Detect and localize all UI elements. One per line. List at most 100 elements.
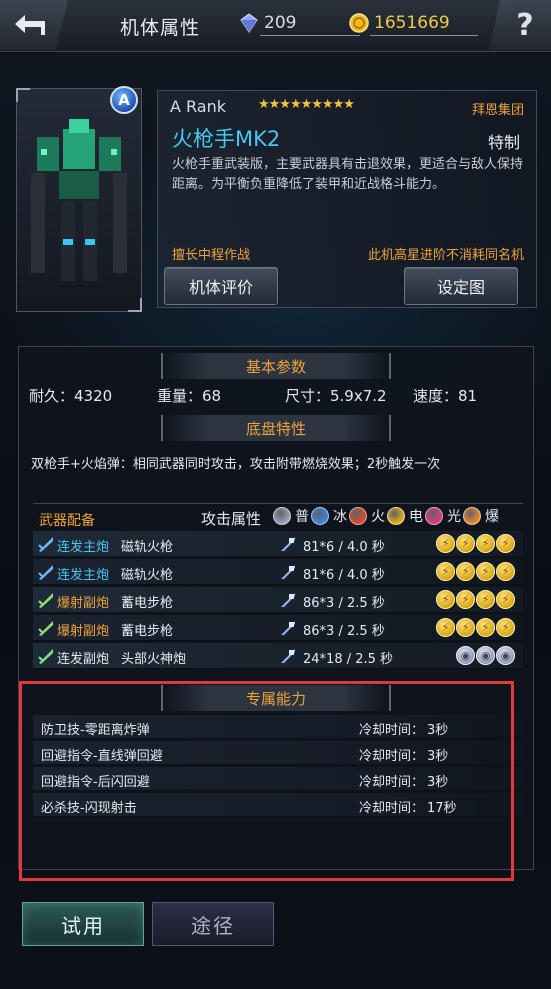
gold-counter: 1651669 [348,10,478,36]
element-slots: ⚡ ⚡ ⚡ ⚡ [436,562,515,581]
top-bar: 机体属性 209 1651669 ? [0,0,551,52]
weapon-damage: 81*6 / 4.0 秒 [303,568,385,583]
element-label: 火 [371,509,385,525]
mech-type: 特制 [487,133,520,152]
weapon-type-icon [38,593,53,608]
cooldown-label: 冷却时间： [359,775,425,790]
weapon-type-icon [38,649,53,664]
ability-row[interactable]: 回避指令-直线弹回避 冷却时间： 3秒 [33,741,523,765]
element-label: 冰 [333,509,347,525]
ability-name: 防卫技-零距离炸弹 [41,723,150,738]
weapon-row[interactable]: 连发主炮 磁轨火枪 81*6 / 4.0 秒 ⚡ ⚡ ⚡ ⚡ [33,559,523,585]
element-label: 电 [409,509,423,525]
damage-icon [281,565,295,579]
element-label: 普 [295,509,309,525]
mech-portrait[interactable] [16,88,142,312]
back-button[interactable] [0,0,68,50]
design-button[interactable]: 设定图 [404,267,518,305]
mech-note: 此机高星进阶不消耗同名机 [367,248,524,263]
electric-slot-icon: ⚡ [436,618,455,637]
electric-slot-icon: ⚡ [436,590,455,609]
element-icon [387,507,405,525]
weapon-name: 磁轨火枪 [121,540,174,555]
element-icon [311,507,329,525]
evaluate-button[interactable]: 机体评价 [164,267,278,305]
element-icon [425,507,443,525]
element-slots: ⚡ ⚡ ⚡ ⚡ [436,618,515,637]
weapon-row[interactable]: 爆射副炮 蓄电步枪 86*3 / 2.5 秒 ⚡ ⚡ ⚡ ⚡ [33,615,523,641]
cooldown-value: 17秒 [427,801,457,816]
normal-slot-icon: ◉ [496,646,515,665]
help-button[interactable]: ? [489,0,551,50]
ability-name: 必杀技-闪现射击 [41,801,137,816]
page-title: 机体属性 [120,17,201,39]
cooldown-label: 冷却时间： [359,749,425,764]
electric-slot-icon: ⚡ [476,562,495,581]
element-label: 爆 [485,509,499,525]
stat-weight: 重量：68 [157,387,222,405]
chassis-header: 底盘特性 [161,415,391,441]
element-legend: 普冰火电光爆 [273,506,499,526]
mech-image [31,119,127,281]
source-button[interactable]: 途径 [152,902,274,946]
attributes-panel: 基本参数 耐久：4320 重量：68 尺寸：5.9x7.2 速度：81 底盘特性… [18,346,534,870]
element-slots: ⚡ ⚡ ⚡ ⚡ [436,534,515,553]
mech-description: 火枪手重武装版，主要武器具有击退效果，更适合与敌人保持距离。为平衡负重降低了装甲… [172,157,524,192]
abilities-header: 专属能力 [161,685,391,711]
weapon-type-icon [38,565,53,580]
ability-row[interactable]: 回避指令-后闪回避 冷却时间： 3秒 [33,767,523,791]
faction-label: 拜恩集团 [471,103,524,118]
weapon-type-icon [38,537,53,552]
electric-slot-icon: ⚡ [436,534,455,553]
try-button[interactable]: 试用 [22,902,144,946]
cooldown-value: 3秒 [427,723,449,738]
frame-corner [16,88,30,102]
electric-slot-icon: ⚡ [456,534,475,553]
weapon-category: 爆射副炮 [57,624,110,639]
weapons-header: 武器配备 攻击属性 普 冰 火 电 光 爆 [33,503,523,529]
electric-slot-icon: ⚡ [476,590,495,609]
help-icon: ? [516,7,534,43]
ability-row[interactable]: 必杀技-闪现射击 冷却时间： 17秒 [33,793,523,817]
weapon-name: 蓄电步枪 [121,624,174,639]
normal-slot-icon: ◉ [456,646,475,665]
weapon-category: 连发主炮 [57,568,110,583]
element-label: 光 [447,509,461,525]
weapon-category: 连发主炮 [57,540,110,555]
weapon-row[interactable]: 爆射副炮 蓄电步枪 86*3 / 2.5 秒 ⚡ ⚡ ⚡ ⚡ [33,587,523,613]
electric-slot-icon: ⚡ [496,590,515,609]
weapon-damage: 86*3 / 2.5 秒 [303,596,385,611]
electric-slot-icon: ⚡ [456,562,475,581]
weapon-category: 爆射副炮 [57,596,110,611]
element-icon [349,507,367,525]
cooldown-value: 3秒 [427,775,449,790]
weapon-category: 连发副炮 [57,652,110,667]
weapon-row[interactable]: 连发副炮 头部火神炮 24*18 / 2.5 秒 ◉ ◉ ◉ [33,643,523,669]
element-slots: ◉ ◉ ◉ [456,646,515,665]
electric-slot-icon: ⚡ [496,618,515,637]
rank-badge-icon: A [110,86,138,114]
star-rating: ★★★★★★★★★ [258,97,355,112]
electric-slot-icon: ⚡ [456,618,475,637]
weapon-name: 磁轨火枪 [121,568,174,583]
electric-slot-icon: ⚡ [436,562,455,581]
frame-corner [128,298,142,312]
element-icon [463,507,481,525]
electric-slot-icon: ⚡ [476,618,495,637]
weapon-name: 头部火神炮 [121,652,187,667]
cooldown-value: 3秒 [427,749,449,764]
weapon-damage: 24*18 / 2.5 秒 [303,652,394,667]
weapon-row[interactable]: 连发主炮 磁轨火枪 81*6 / 4.0 秒 ⚡ ⚡ ⚡ ⚡ [33,531,523,557]
damage-icon [281,537,295,551]
normal-slot-icon: ◉ [476,646,495,665]
mech-info-panel: A Rank ★★★★★★★★★ 拜恩集团 火枪手MK2 特制 火枪手重武装版，… [157,90,537,308]
gold-coin-icon [349,13,369,33]
electric-slot-icon: ⚡ [496,534,515,553]
back-arrow-icon [15,15,45,35]
cooldown-label: 冷却时间： [359,723,425,738]
ability-row[interactable]: 防卫技-零距离炸弹 冷却时间： 3秒 [33,715,523,739]
stat-speed: 速度：81 [413,387,478,405]
rank-label: A Rank [170,97,227,116]
weapon-damage: 86*3 / 2.5 秒 [303,624,385,639]
damage-icon [281,649,295,663]
